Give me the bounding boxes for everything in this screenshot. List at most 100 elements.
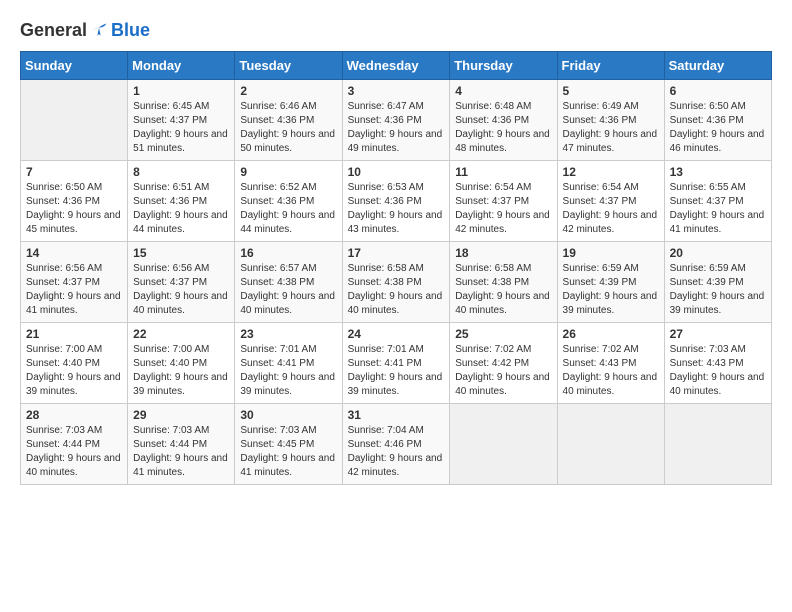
sunset-text: Sunset: 4:36 PM <box>240 196 314 207</box>
sunrise-text: Sunrise: 6:50 AM <box>670 101 746 112</box>
daylight-text: Daylight: 9 hours and 40 minutes. <box>348 291 443 316</box>
page-header: General Blue <box>20 20 772 41</box>
day-info: Sunrise: 7:00 AM Sunset: 4:40 PM Dayligh… <box>26 343 122 399</box>
calendar-cell: 11 Sunrise: 6:54 AM Sunset: 4:37 PM Dayl… <box>450 161 557 242</box>
day-number: 29 <box>133 408 229 422</box>
calendar-week-row: 21 Sunrise: 7:00 AM Sunset: 4:40 PM Dayl… <box>21 323 772 404</box>
day-info: Sunrise: 6:51 AM Sunset: 4:36 PM Dayligh… <box>133 181 229 237</box>
calendar-cell: 21 Sunrise: 7:00 AM Sunset: 4:40 PM Dayl… <box>21 323 128 404</box>
calendar-cell <box>450 404 557 485</box>
sunrise-text: Sunrise: 6:50 AM <box>26 182 102 193</box>
day-info: Sunrise: 6:54 AM Sunset: 4:37 PM Dayligh… <box>455 181 551 237</box>
calendar-cell: 17 Sunrise: 6:58 AM Sunset: 4:38 PM Dayl… <box>342 242 450 323</box>
logo-general-text: General <box>20 20 87 41</box>
sunrise-text: Sunrise: 6:51 AM <box>133 182 209 193</box>
day-number: 21 <box>26 327 122 341</box>
sunrise-text: Sunrise: 7:02 AM <box>455 344 531 355</box>
sunset-text: Sunset: 4:38 PM <box>240 277 314 288</box>
day-info: Sunrise: 6:47 AM Sunset: 4:36 PM Dayligh… <box>348 100 445 156</box>
day-number: 2 <box>240 84 336 98</box>
daylight-text: Daylight: 9 hours and 40 minutes. <box>563 372 658 397</box>
logo-blue-text: Blue <box>111 20 150 41</box>
daylight-text: Daylight: 9 hours and 42 minutes. <box>563 210 658 235</box>
daylight-text: Daylight: 9 hours and 40 minutes. <box>670 372 765 397</box>
day-number: 19 <box>563 246 659 260</box>
day-info: Sunrise: 6:50 AM Sunset: 4:36 PM Dayligh… <box>670 100 766 156</box>
day-info: Sunrise: 7:03 AM Sunset: 4:44 PM Dayligh… <box>133 424 229 480</box>
sunset-text: Sunset: 4:36 PM <box>455 115 529 126</box>
sunrise-text: Sunrise: 6:59 AM <box>563 263 639 274</box>
sunrise-text: Sunrise: 6:54 AM <box>455 182 531 193</box>
day-info: Sunrise: 6:56 AM Sunset: 4:37 PM Dayligh… <box>133 262 229 318</box>
sunset-text: Sunset: 4:37 PM <box>455 196 529 207</box>
day-number: 13 <box>670 165 766 179</box>
day-number: 27 <box>670 327 766 341</box>
sunset-text: Sunset: 4:36 PM <box>670 115 744 126</box>
sunset-text: Sunset: 4:39 PM <box>670 277 744 288</box>
sunset-text: Sunset: 4:41 PM <box>348 358 422 369</box>
sunrise-text: Sunrise: 6:53 AM <box>348 182 424 193</box>
daylight-text: Daylight: 9 hours and 42 minutes. <box>455 210 550 235</box>
calendar-cell <box>664 404 771 485</box>
day-number: 7 <box>26 165 122 179</box>
day-number: 1 <box>133 84 229 98</box>
calendar-week-row: 28 Sunrise: 7:03 AM Sunset: 4:44 PM Dayl… <box>21 404 772 485</box>
calendar-cell: 31 Sunrise: 7:04 AM Sunset: 4:46 PM Dayl… <box>342 404 450 485</box>
day-info: Sunrise: 7:01 AM Sunset: 4:41 PM Dayligh… <box>240 343 336 399</box>
day-info: Sunrise: 6:46 AM Sunset: 4:36 PM Dayligh… <box>240 100 336 156</box>
sunset-text: Sunset: 4:45 PM <box>240 439 314 450</box>
calendar-cell: 9 Sunrise: 6:52 AM Sunset: 4:36 PM Dayli… <box>235 161 342 242</box>
day-info: Sunrise: 6:49 AM Sunset: 4:36 PM Dayligh… <box>563 100 659 156</box>
day-info: Sunrise: 6:52 AM Sunset: 4:36 PM Dayligh… <box>240 181 336 237</box>
daylight-text: Daylight: 9 hours and 40 minutes. <box>455 291 550 316</box>
day-info: Sunrise: 6:54 AM Sunset: 4:37 PM Dayligh… <box>563 181 659 237</box>
day-number: 17 <box>348 246 445 260</box>
day-number: 10 <box>348 165 445 179</box>
sunset-text: Sunset: 4:38 PM <box>455 277 529 288</box>
daylight-text: Daylight: 9 hours and 40 minutes. <box>133 291 228 316</box>
day-number: 3 <box>348 84 445 98</box>
calendar-cell: 6 Sunrise: 6:50 AM Sunset: 4:36 PM Dayli… <box>664 80 771 161</box>
day-number: 6 <box>670 84 766 98</box>
weekday-header-thursday: Thursday <box>450 52 557 80</box>
sunset-text: Sunset: 4:37 PM <box>133 115 207 126</box>
calendar-cell <box>557 404 664 485</box>
day-info: Sunrise: 7:03 AM Sunset: 4:45 PM Dayligh… <box>240 424 336 480</box>
sunset-text: Sunset: 4:37 PM <box>670 196 744 207</box>
calendar-cell: 13 Sunrise: 6:55 AM Sunset: 4:37 PM Dayl… <box>664 161 771 242</box>
weekday-header-wednesday: Wednesday <box>342 52 450 80</box>
sunset-text: Sunset: 4:43 PM <box>563 358 637 369</box>
day-number: 26 <box>563 327 659 341</box>
day-number: 30 <box>240 408 336 422</box>
day-number: 4 <box>455 84 551 98</box>
calendar-cell: 15 Sunrise: 6:56 AM Sunset: 4:37 PM Dayl… <box>128 242 235 323</box>
sunrise-text: Sunrise: 6:58 AM <box>455 263 531 274</box>
day-info: Sunrise: 7:02 AM Sunset: 4:42 PM Dayligh… <box>455 343 551 399</box>
sunrise-text: Sunrise: 6:59 AM <box>670 263 746 274</box>
day-number: 25 <box>455 327 551 341</box>
day-info: Sunrise: 6:59 AM Sunset: 4:39 PM Dayligh… <box>563 262 659 318</box>
logo: General Blue <box>20 20 150 41</box>
daylight-text: Daylight: 9 hours and 39 minutes. <box>26 372 121 397</box>
sunset-text: Sunset: 4:36 PM <box>563 115 637 126</box>
sunrise-text: Sunrise: 7:00 AM <box>133 344 209 355</box>
daylight-text: Daylight: 9 hours and 39 minutes. <box>670 291 765 316</box>
sunrise-text: Sunrise: 6:56 AM <box>133 263 209 274</box>
sunset-text: Sunset: 4:37 PM <box>133 277 207 288</box>
sunrise-text: Sunrise: 7:03 AM <box>133 425 209 436</box>
day-number: 16 <box>240 246 336 260</box>
sunset-text: Sunset: 4:44 PM <box>133 439 207 450</box>
calendar-cell <box>21 80 128 161</box>
sunrise-text: Sunrise: 6:49 AM <box>563 101 639 112</box>
daylight-text: Daylight: 9 hours and 44 minutes. <box>240 210 335 235</box>
calendar-cell: 12 Sunrise: 6:54 AM Sunset: 4:37 PM Dayl… <box>557 161 664 242</box>
calendar-cell: 19 Sunrise: 6:59 AM Sunset: 4:39 PM Dayl… <box>557 242 664 323</box>
sunrise-text: Sunrise: 7:04 AM <box>348 425 424 436</box>
daylight-text: Daylight: 9 hours and 39 minutes. <box>348 372 443 397</box>
day-number: 14 <box>26 246 122 260</box>
calendar-cell: 29 Sunrise: 7:03 AM Sunset: 4:44 PM Dayl… <box>128 404 235 485</box>
sunset-text: Sunset: 4:42 PM <box>455 358 529 369</box>
daylight-text: Daylight: 9 hours and 39 minutes. <box>563 291 658 316</box>
day-info: Sunrise: 6:53 AM Sunset: 4:36 PM Dayligh… <box>348 181 445 237</box>
day-info: Sunrise: 6:59 AM Sunset: 4:39 PM Dayligh… <box>670 262 766 318</box>
